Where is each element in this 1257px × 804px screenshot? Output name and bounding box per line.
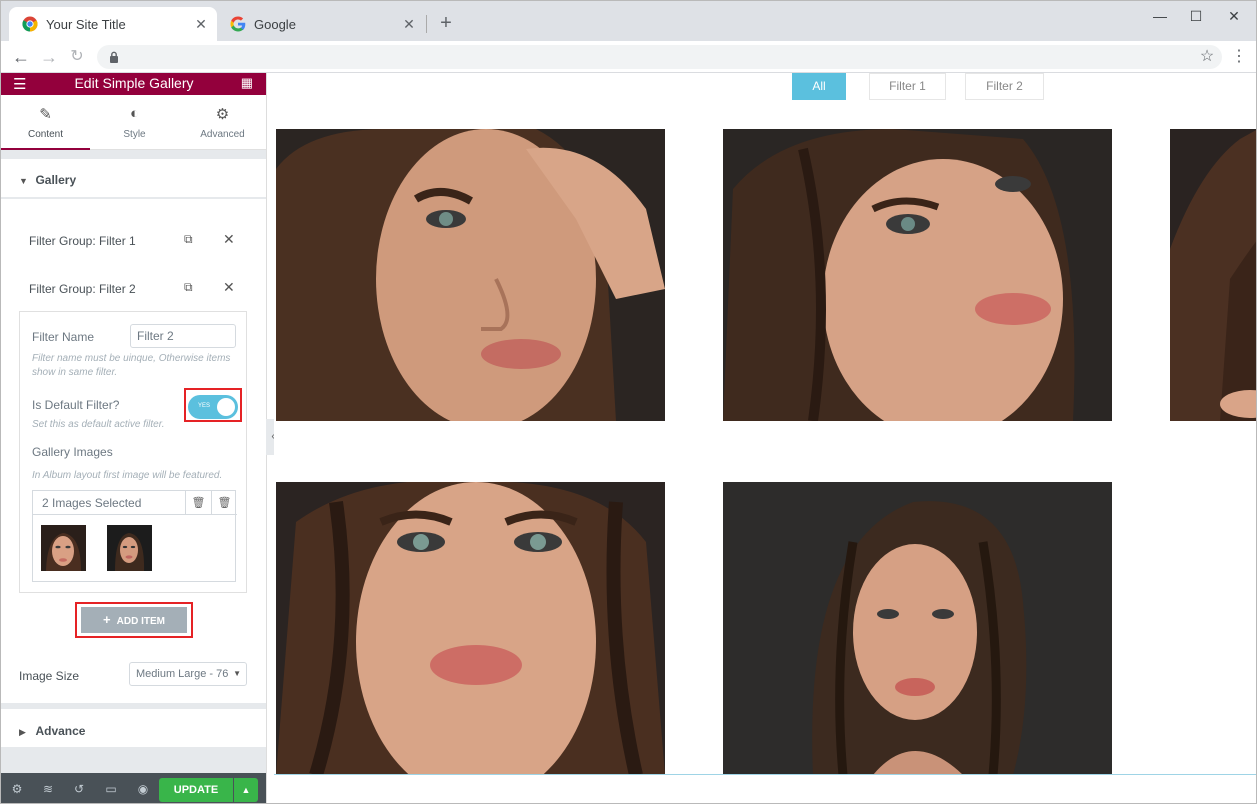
tab-label: Advanced (200, 129, 245, 140)
repeater-label: Filter Group: Filter 1 (29, 234, 136, 248)
gallery-images-label: Gallery Images (32, 445, 113, 459)
caret-up-icon[interactable]: ▲ (234, 778, 258, 802)
filter-tab-filter-2[interactable]: Filter 2 (965, 73, 1044, 100)
half-circle-icon: ◐ (129, 105, 140, 122)
widgets-grid-icon[interactable]: ▦ (241, 75, 253, 91)
highlight-box (184, 388, 242, 422)
images-selected-count: 2 Images Selected (42, 496, 142, 510)
gallery-images-help: In Album layout first image will be feat… (32, 470, 223, 481)
caret-right-icon: ▶ (19, 727, 26, 737)
section-title: Gallery (35, 173, 77, 187)
tab-title: Google (254, 16, 296, 32)
history-icon[interactable]: ↺ (70, 782, 88, 796)
lock-icon (107, 50, 121, 64)
settings-icon[interactable]: ⚙ (8, 782, 26, 796)
close-window-button[interactable]: ✕ (1223, 7, 1245, 25)
repeater-label: Filter Group: Filter 2 (29, 282, 136, 296)
duplicate-icon[interactable]: ⧉ (184, 280, 193, 295)
gallery-images-header: 2 Images Selected 🗑 🗑 (33, 491, 237, 515)
tab-label: Style (123, 129, 146, 140)
panel-tabs: ✎ Content ◐ Style ⚙ Advanced (1, 95, 266, 150)
tab-strip: Your Site Title ✕ Google ✕ + — ☐ ✕ (1, 1, 1256, 41)
filter-tab-all[interactable]: All (792, 73, 846, 100)
filter-tab-filter-1[interactable]: Filter 1 (869, 73, 946, 100)
tab-content[interactable]: ✎ Content (1, 95, 90, 150)
duplicate-icon[interactable]: ⧉ (184, 232, 193, 247)
gallery-image[interactable] (276, 129, 665, 421)
chevron-down-icon: ▼ (233, 669, 241, 678)
select-value: Medium Large - 76 (136, 668, 229, 680)
filter-name-input[interactable]: Filter 2 (130, 324, 236, 348)
trash-icon[interactable]: 🗑 (185, 491, 211, 515)
gallery-image[interactable] (723, 482, 1112, 774)
button-label: ADD ITEM (116, 616, 165, 627)
plus-icon: + (103, 612, 111, 627)
tab-title: Your Site Title (46, 16, 126, 32)
filter-group-fields: Filter Name Filter 2 Filter name must be… (19, 311, 247, 593)
gallery-image[interactable] (1170, 129, 1256, 421)
layers-icon[interactable]: ≋ (39, 782, 57, 796)
advance-section-header[interactable]: ▶ Advance (1, 709, 266, 747)
forward-arrow-icon[interactable]: → (39, 47, 59, 67)
new-tab-button[interactable]: + (435, 13, 457, 35)
panel-footer: ⚙ ≋ ↺ ▭ ◉ UPDATE ▲ (1, 773, 266, 803)
maximize-button[interactable]: ☐ (1185, 7, 1207, 25)
add-item-button[interactable]: + ADD ITEM (81, 607, 187, 633)
page-preview: All Filter 1 Filter 2 (274, 73, 1256, 775)
panel-title: Edit Simple Gallery (74, 75, 194, 91)
tab-google[interactable]: Google ✕ (217, 7, 425, 41)
default-filter-label: Is Default Filter? (32, 398, 120, 412)
close-tab-icon[interactable]: ✕ (401, 16, 417, 32)
chrome-icon (22, 16, 38, 32)
browser-toolbar: ← → ↻ ☆ ⋮ (1, 41, 1256, 73)
reload-icon[interactable]: ↻ (67, 47, 87, 67)
gear-icon: ⚙ (215, 106, 230, 123)
responsive-icon[interactable]: ▭ (102, 782, 120, 796)
address-bar[interactable] (97, 45, 1222, 69)
tab-advanced[interactable]: ⚙ Advanced (178, 95, 266, 150)
filter-name-label: Filter Name (32, 330, 95, 344)
close-icon[interactable]: ✕ (223, 279, 235, 296)
bookmark-star-icon[interactable]: ☆ (1197, 47, 1217, 67)
gallery-images-box: 2 Images Selected 🗑 🗑 (32, 490, 237, 582)
pencil-icon: ✎ (39, 106, 52, 123)
tab-style[interactable]: ◐ Style (90, 95, 179, 150)
gallery-section-header[interactable]: ▼ Gallery (1, 159, 266, 197)
image-size-select[interactable]: Medium Large - 76 ▼ (129, 662, 247, 686)
preview-eye-icon[interactable]: ◉ (134, 782, 152, 796)
panel-header: ☰ Edit Simple Gallery ▦ (1, 73, 266, 95)
browser-window: Your Site Title ✕ Google ✕ + — ☐ ✕ ← → ↻… (0, 0, 1257, 804)
gallery-thumbnail[interactable] (107, 525, 152, 571)
gallery-image[interactable] (723, 129, 1112, 421)
editor-panel: ☰ Edit Simple Gallery ▦ ✎ Content ◐ Styl… (1, 73, 267, 803)
image-size-label: Image Size (19, 669, 80, 683)
google-icon (230, 16, 246, 32)
default-filter-help: Set this as default active filter. (32, 419, 165, 430)
trash-all-icon[interactable]: 🗑 (211, 491, 237, 515)
tab-label: Content (27, 129, 64, 140)
close-icon[interactable]: ✕ (223, 231, 235, 248)
tab-separator (426, 15, 427, 33)
gallery-thumbnail[interactable] (41, 525, 86, 571)
gallery-image[interactable] (276, 482, 665, 774)
caret-down-icon: ▼ (19, 176, 28, 186)
update-button[interactable]: UPDATE (159, 778, 233, 802)
filter-name-help: Filter name must be uinque, Otherwise it… (32, 353, 231, 378)
minimize-button[interactable]: — (1149, 7, 1171, 25)
close-tab-icon[interactable]: ✕ (193, 16, 209, 32)
filter-group-1[interactable]: Filter Group: Filter 1 ⧉ ✕ (19, 221, 247, 261)
tab-your-site-title[interactable]: Your Site Title ✕ (9, 7, 217, 41)
back-arrow-icon[interactable]: ← (11, 47, 31, 67)
section-title-row: ▶ Advance (19, 722, 85, 740)
section-title-row: ▼ Gallery (19, 171, 76, 189)
section-title: Advance (35, 724, 86, 738)
menu-dots-icon[interactable]: ⋮ (1229, 47, 1249, 67)
filter-group-2[interactable]: Filter Group: Filter 2 ⧉ ✕ (19, 269, 247, 309)
